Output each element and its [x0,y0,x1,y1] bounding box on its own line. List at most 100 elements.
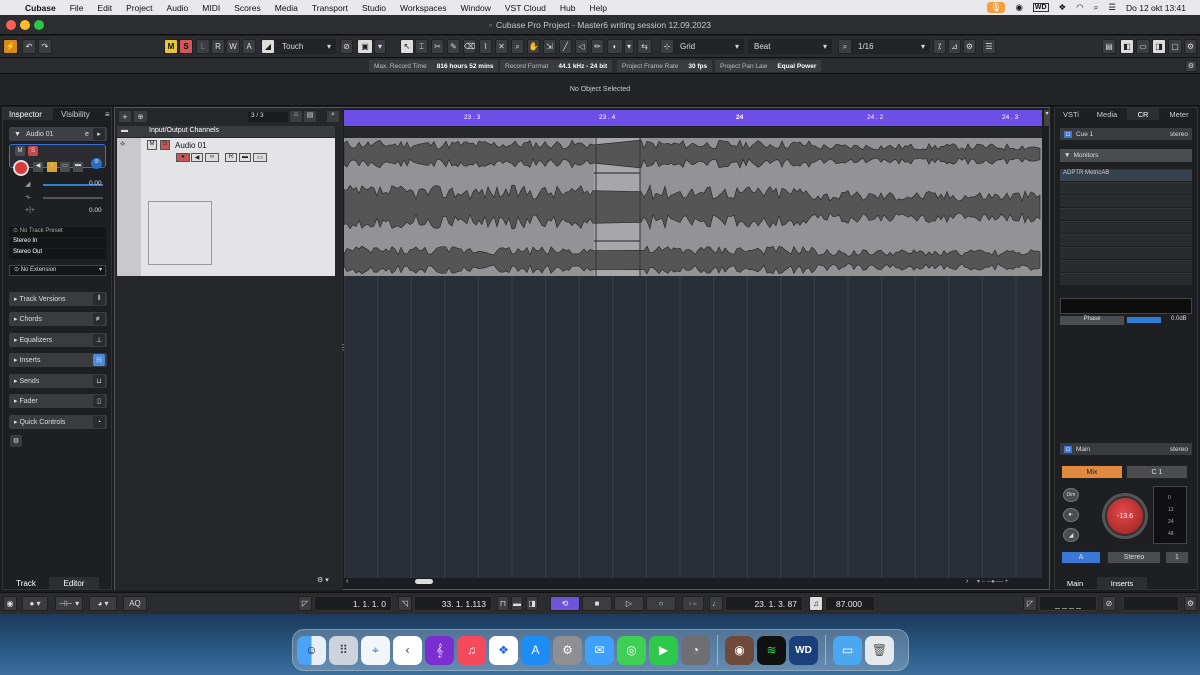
inspector-track-header[interactable]: ▼ Audio 01 e ▸ [9,127,107,141]
monitor-icon[interactable]: ◀ [33,162,43,172]
pre-roll-icon[interactable]: ▬ [511,596,523,611]
tab-vsti[interactable]: VSTi [1055,108,1087,120]
track-link-button[interactable]: ∞ [205,153,219,162]
app-store-icon[interactable]: A [521,635,550,665]
harmony-icon[interactable]: 𝄞 [425,635,454,665]
volume-knob[interactable]: -13.6 [1105,496,1145,536]
zoom-slider[interactable]: ▾ − ─●── + [977,578,1041,586]
output-routing[interactable]: Stereo Out [9,249,106,259]
wd-dock-icon[interactable]: WD [789,635,818,665]
minimize-window-button[interactable] [20,20,30,30]
color-chevron-icon[interactable]: ▾ [624,39,634,54]
comp-tool-icon[interactable]: ⇲ [543,39,556,54]
menu-hub[interactable]: Hub [553,3,583,13]
menu-transport[interactable]: Transport [305,3,355,13]
layout-left-zone-icon[interactable]: ◧ [1120,39,1134,54]
draw-tool-icon[interactable]: ✎ [447,39,460,54]
section-quick-controls[interactable]: ▸ Quick Controls ◔ [9,415,107,429]
stop-button[interactable]: ■ [582,596,612,611]
tab-visibility[interactable]: Visibility [55,108,100,120]
left-locator-field[interactable]: 1. 1. 1. 0 [314,596,392,611]
tool-group-icon[interactable]: ▣ [357,39,373,54]
empty-slot[interactable] [1060,221,1192,233]
section-fader[interactable]: ▸ Fader ▯ [9,394,107,408]
spotify-icon[interactable]: ≋ [757,635,786,665]
section-chords[interactable]: ▸ Chords ≢ [9,312,107,326]
audio-event[interactable] [343,138,1042,276]
mute-tool-icon[interactable]: ✕ [495,39,508,54]
menu-audio[interactable]: Audio [160,3,196,13]
stereo-button[interactable]: Stereo [1107,551,1161,564]
tool-menu-chevron-icon[interactable]: ▾ [374,39,386,54]
mix-button[interactable]: Mix [1061,465,1123,479]
lane-icon[interactable]: ♪ [47,162,57,172]
track-list-settings-icon[interactable]: ▤ [304,111,316,122]
menu-edit[interactable]: Edit [90,3,119,13]
empty-slot[interactable] [1060,260,1192,272]
play-button[interactable]: ▷ [614,596,644,611]
track-mute-button[interactable]: M [147,140,157,150]
performance-icon[interactable]: ◉ [3,596,17,611]
menu-midi[interactable]: MIDI [195,3,227,13]
menu-project[interactable]: Project [119,3,159,13]
tempo-track-icon[interactable]: ♫ [809,596,823,611]
listen-button[interactable]: L [196,39,210,54]
solo-all-button[interactable]: S [179,39,193,54]
track-record-button[interactable]: ● [176,153,190,162]
track-solo-button[interactable]: S [160,140,170,150]
automation-a-button[interactable]: A [242,39,256,54]
cubase-icon[interactable]: ‹ [393,635,422,665]
layout-right-zone-icon[interactable]: ◨ [1152,39,1166,54]
folder-icon[interactable]: ▭ [833,635,862,665]
quantize-settings-icon[interactable]: ⚙ [963,39,976,54]
split-tool-icon[interactable]: ✂ [431,39,444,54]
tab-inspector[interactable]: Inspector [3,108,53,120]
phase-slider[interactable] [1127,317,1161,323]
track-read-button[interactable]: R [225,153,237,162]
section-inserts[interactable]: ▸ Inserts ⊟ [9,353,107,367]
monitors-header[interactable]: ▼ Monitors [1060,149,1192,162]
right-locator-icon[interactable]: ◹ [398,596,412,611]
info-max-record-time[interactable]: Max. Record Time 816 hours 52 mins [369,60,499,72]
transport-settings-icon[interactable]: ⚙ [1184,596,1197,611]
cycle-button[interactable]: ⟲ [550,596,580,611]
menu-media[interactable]: Media [268,3,305,13]
grid-type-select[interactable]: Beat [748,39,832,54]
collapse-chevron-icon[interactable]: ▼ [14,131,21,138]
add-folder-icon[interactable]: ⊕ [134,111,147,122]
link-icon[interactable]: ⊛ [91,158,102,169]
menu-file[interactable]: File [63,3,91,13]
quantize-icon[interactable]: ⌕ [838,39,852,54]
safari-icon[interactable]: ⌖ [361,635,390,665]
snap-type-select[interactable]: Grid [674,39,744,54]
marker-field[interactable] [1123,596,1179,611]
messages-icon[interactable]: ◎ [617,635,646,665]
menu-window[interactable]: Window [454,3,498,13]
empty-slot[interactable] [1060,273,1192,285]
auto-scroll-icon[interactable]: ⇆ [637,39,652,54]
timeline-ruler[interactable]: 23 . 3 23 . 4 24 24 . 2 24 . 3 [344,110,1042,126]
tempo-field[interactable]: 87.000 [825,596,875,611]
dropbox-menu-icon[interactable]: ❖ [1059,2,1067,13]
hand-tool-icon[interactable]: ✋ [527,39,540,54]
vertical-splitter-handle[interactable]: ⋮ [339,343,347,357]
inspector-settings-icon[interactable]: ⚙ [10,435,22,447]
project-scroll-right-icon[interactable]: › [966,578,968,585]
menu-help[interactable]: Help [582,3,613,13]
track-name[interactable]: Audio 01 [175,141,207,150]
launchpad-icon[interactable]: ⠿ [329,635,358,665]
search-tracks-icon[interactable]: ⌕ [327,111,339,122]
cue-row[interactable]: ◘ Cue 1 stereo [1060,128,1192,140]
record-mode-icon[interactable]: ● ▾ [22,596,48,611]
inspector-solo-button[interactable]: S [28,146,38,156]
range-tool-icon[interactable]: ⌶ [415,39,428,54]
edit-icon[interactable]: ▭ [60,162,70,172]
track-preset-row[interactable]: ⊙ No Track Preset [9,227,106,237]
microphone-icon[interactable]: 🎙 [986,2,1006,13]
suspend-icon[interactable]: ⊘ [340,39,353,54]
activate-project-button[interactable]: ⚡ [3,39,18,54]
snap-on-icon[interactable]: ⊹ [660,39,674,54]
empty-slot[interactable] [1060,208,1192,220]
add-track-button[interactable]: + [119,111,131,122]
time-display-field[interactable]: _ _ _ _ [1039,596,1097,611]
